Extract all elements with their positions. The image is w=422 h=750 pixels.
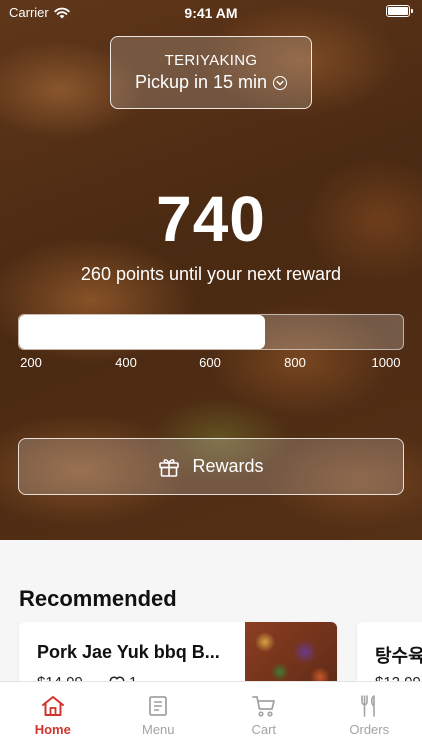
progress-tick-label: 400 xyxy=(115,355,137,370)
tab-home-label: Home xyxy=(34,722,71,737)
points-balance: 740 xyxy=(156,183,266,255)
battery-icon xyxy=(386,5,413,17)
rewards-button[interactable]: Rewards xyxy=(18,438,404,495)
chevron-down-icon xyxy=(273,75,288,90)
store-name: TERIYAKING xyxy=(164,52,258,69)
progress-tick-label: 1000 xyxy=(371,355,401,370)
tab-orders[interactable]: Orders xyxy=(317,682,422,750)
tab-menu-label: Menu xyxy=(141,722,175,737)
rewards-button-label: Rewards xyxy=(192,456,264,476)
store-selector-button[interactable]: TERIYAKING Pickup in 15 min xyxy=(110,36,312,109)
recommended-item-name: Pork Jae Yuk bbq B... xyxy=(37,642,220,662)
home-icon xyxy=(41,696,64,716)
progress-tick-label: 200 xyxy=(20,355,42,370)
progress-tick-labels: 200 400 600 800 1000 xyxy=(18,355,404,373)
tab-cart-label: Cart xyxy=(251,722,277,737)
recommended-heading: Recommended xyxy=(19,586,177,611)
pickup-time-row: Pickup in 15 min xyxy=(111,72,311,93)
menu-icon xyxy=(149,696,168,716)
progress-tick-label: 800 xyxy=(284,355,306,370)
status-time: 9:41 AM xyxy=(184,5,238,21)
tab-cart[interactable]: Cart xyxy=(211,682,317,750)
points-caption: 260 points until your next reward xyxy=(80,264,342,284)
pickup-time-label: Pickup in 15 min xyxy=(134,72,268,92)
bottom-tab-bar: Home Menu Cart Orders xyxy=(0,681,422,750)
tab-menu[interactable]: Menu xyxy=(106,682,212,750)
orders-icon xyxy=(361,695,376,717)
tab-orders-label: Orders xyxy=(349,722,390,737)
hero-banner: Carrier 9:41 AM TERIYAKING Pickup in 15 … xyxy=(0,0,422,540)
cart-icon xyxy=(251,696,275,717)
points-progress-fill xyxy=(19,315,265,349)
points-progress-bar xyxy=(18,314,404,350)
gift-icon xyxy=(159,458,180,477)
tab-home[interactable]: Home xyxy=(0,682,106,750)
status-bar: Carrier 9:41 AM xyxy=(0,0,422,26)
recommended-item-name: 탕수육 xyxy=(375,646,422,666)
progress-tick-label: 600 xyxy=(199,355,221,370)
